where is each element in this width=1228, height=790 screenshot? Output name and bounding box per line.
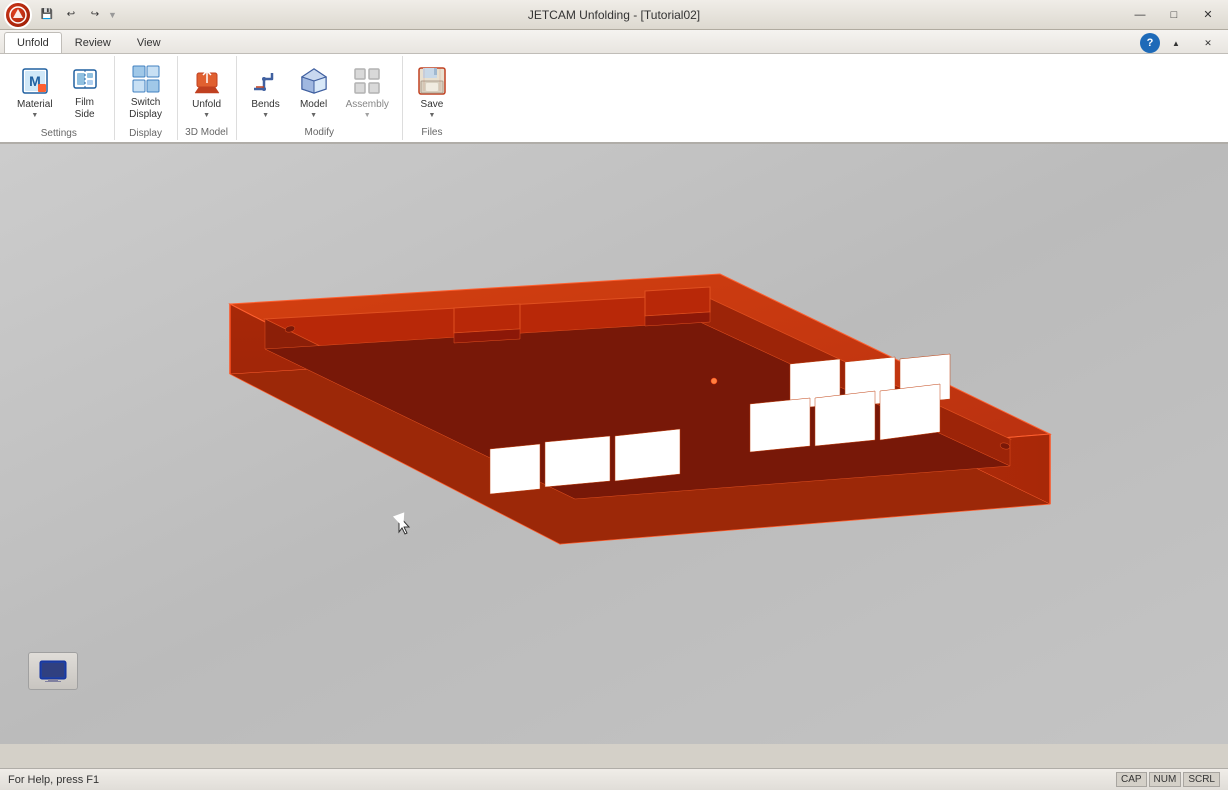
model-label: Model [300,99,327,111]
unfold-label: Unfold [192,99,221,111]
film-side-button[interactable]: FilmSide [62,58,108,126]
unfold-icon [191,65,223,97]
switch-button[interactable]: SwitchDisplay [121,58,171,126]
assembly-icon [351,65,383,97]
title-bar: 💾 ↩ ↪ ▼ JETCAM Unfolding - [Tutorial02] … [0,0,1228,30]
quick-access-toolbar: 💾 ↩ ↪ ▼ [36,5,117,25]
model-dropdown-arrow: ▼ [310,112,317,119]
display-buttons: SwitchDisplay [121,58,171,126]
ribbon-group-display: SwitchDisplay Display [115,56,178,140]
model-icon [298,65,330,97]
assembly-dropdown-arrow: ▼ [364,112,371,119]
undo-qat-button[interactable]: ↩ [60,5,82,25]
assembly-label: Assembly [346,99,389,111]
window-controls: — □ ✕ [1124,5,1224,25]
status-indicators: CAP NUM SCRL [1116,772,1220,787]
save-icon [416,65,448,97]
bends-button[interactable]: Bends ▼ [243,60,289,124]
3d-model-view [0,144,1228,744]
3dmodel-group-label: 3D Model [185,125,228,138]
ribbon-group-3dmodel: Unfold ▼ 3D Model [178,56,237,140]
unfold-dropdown-arrow: ▼ [203,112,210,119]
settings-group-label: Settings [41,126,77,139]
3dmodel-buttons: Unfold ▼ [184,58,230,125]
tab-unfold[interactable]: Unfold [4,32,62,53]
ribbon-minimize-button[interactable]: ▲ [1160,33,1192,53]
material-icon: M [19,65,51,97]
title-bar-left: 💾 ↩ ↪ ▼ [4,1,117,29]
film-side-icon [69,63,101,95]
help-text: For Help, press F1 [8,774,99,786]
bends-dropdown-arrow: ▼ [262,112,269,119]
ribbon-right: ? ▲ ✕ [1140,33,1228,53]
help-button[interactable]: ? [1140,33,1160,53]
modify-buttons: Bends ▼ Model ▼ [243,58,396,125]
redo-qat-button[interactable]: ↪ [84,5,106,25]
material-label: Material [17,99,53,111]
ribbon-close-button[interactable]: ✕ [1192,33,1224,53]
scroll-indicator: SCRL [1183,772,1220,787]
save-button[interactable]: Save ▼ [409,60,455,124]
monitor-button[interactable] [28,652,78,690]
main-canvas[interactable] [0,144,1228,744]
app-logo [4,1,32,29]
display-group-label: Display [129,126,162,139]
files-group-label: Files [421,125,442,138]
bends-label: Bends [251,99,279,111]
assembly-button[interactable]: Assembly ▼ [339,60,396,124]
status-bar: For Help, press F1 CAP NUM SCRL [0,768,1228,790]
bends-icon [250,65,282,97]
window-title: JETCAM Unfolding - [Tutorial02] [528,8,700,22]
save-qat-button[interactable]: 💾 [36,5,58,25]
ribbon-content: M Material ▼ FilmSide [0,54,1228,144]
save-dropdown-arrow: ▼ [428,112,435,119]
close-button[interactable]: ✕ [1192,5,1224,25]
material-dropdown-arrow: ▼ [31,112,38,119]
ribbon-group-files: Save ▼ Files [403,56,461,140]
switch-icon [130,63,162,95]
minimize-button[interactable]: — [1124,5,1156,25]
tab-view[interactable]: View [124,32,174,53]
tab-review[interactable]: Review [62,32,124,53]
model-button[interactable]: Model ▼ [291,60,337,124]
ribbon-tabs: Unfold Review View ? ▲ ✕ [0,30,1228,54]
modify-group-label: Modify [305,125,334,138]
switch-label: SwitchDisplay [129,97,162,121]
ribbon-group-modify: Bends ▼ Model ▼ [237,56,403,140]
unfold-button[interactable]: Unfold ▼ [184,60,230,124]
material-button[interactable]: M Material ▼ [10,60,60,124]
files-buttons: Save ▼ [409,58,455,125]
film-side-label: FilmSide [75,97,95,121]
maximize-button[interactable]: □ [1158,5,1190,25]
ribbon-group-settings: M Material ▼ FilmSide [4,56,115,140]
num-indicator: NUM [1149,772,1182,787]
caps-indicator: CAP [1116,772,1147,787]
settings-buttons: M Material ▼ FilmSide [10,58,108,126]
save-label: Save [421,99,444,111]
